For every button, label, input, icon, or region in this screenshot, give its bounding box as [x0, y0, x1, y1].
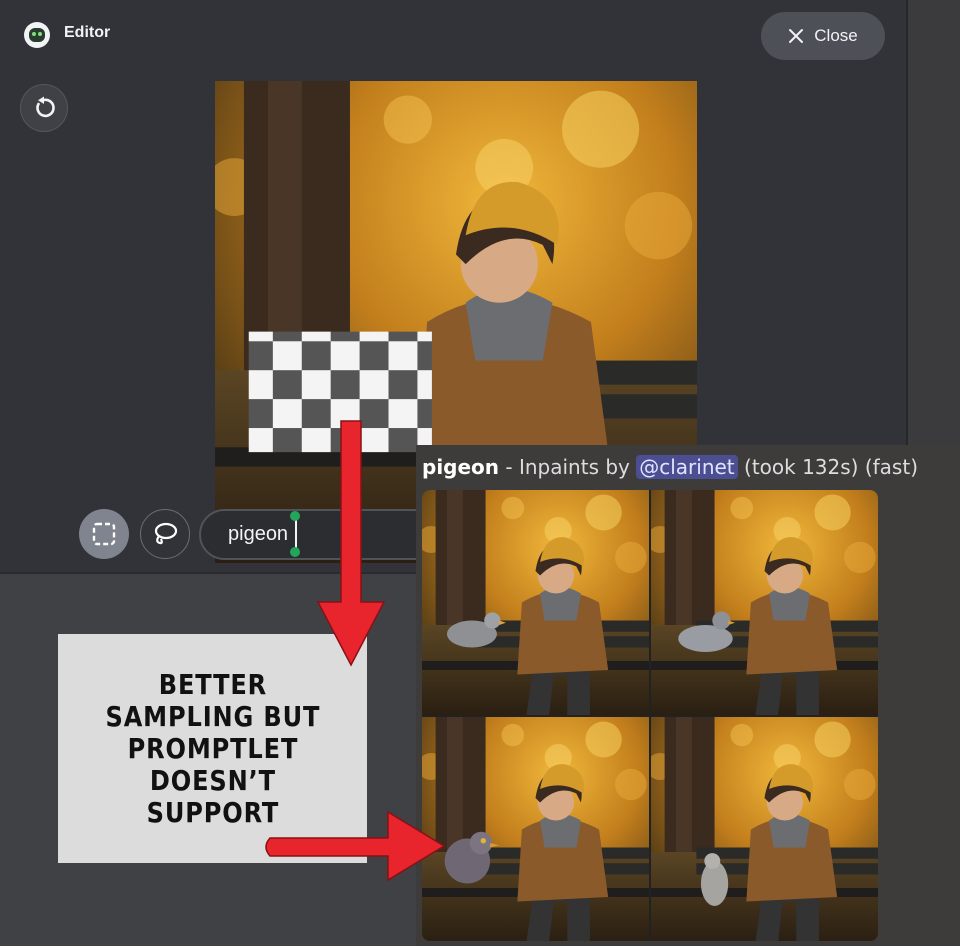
erased-selection-area — [248, 331, 432, 453]
rect-select-button[interactable] — [79, 509, 129, 559]
result-separator: - Inpaints by — [499, 455, 637, 479]
lasso-icon — [154, 522, 178, 545]
result-image-1[interactable] — [422, 490, 649, 715]
result-image-2[interactable] — [651, 490, 878, 715]
result-mode: (fast) — [858, 455, 918, 479]
close-icon — [789, 29, 804, 43]
reset-icon — [36, 96, 55, 118]
prompt-value: pigeon — [228, 523, 289, 545]
annotation-text: BETTER SAMPLING BUT PROMPTLET DOESN’T SU… — [105, 667, 320, 829]
rect-select-icon — [92, 522, 116, 546]
result-image-4[interactable] — [651, 717, 878, 941]
result-prompt: pigeon — [422, 455, 500, 479]
user-mention[interactable]: @clarinet — [636, 455, 738, 479]
prompt-input[interactable]: pigeon — [199, 509, 439, 560]
result-message: pigeon - Inpaints by @clarinet (took 132… — [416, 445, 960, 946]
result-header: pigeon - Inpaints by @clarinet (took 132… — [422, 455, 918, 479]
result-duration: (took 132s) — [737, 455, 859, 479]
annotation-note: BETTER SAMPLING BUT PROMPTLET DOESN’T SU… — [58, 634, 367, 863]
lasso-button[interactable] — [140, 509, 190, 559]
result-image-grid — [422, 490, 878, 941]
robot-avatar-icon — [24, 22, 50, 48]
caret-handle-bottom[interactable] — [290, 547, 300, 557]
close-label: Close — [814, 26, 858, 45]
result-image-3[interactable] — [422, 717, 649, 941]
caret-handle-top[interactable] — [290, 511, 300, 521]
reset-button[interactable] — [20, 84, 68, 132]
window-title: Editor — [64, 24, 111, 41]
close-button[interactable]: Close — [761, 12, 885, 60]
divider — [0, 572, 420, 574]
